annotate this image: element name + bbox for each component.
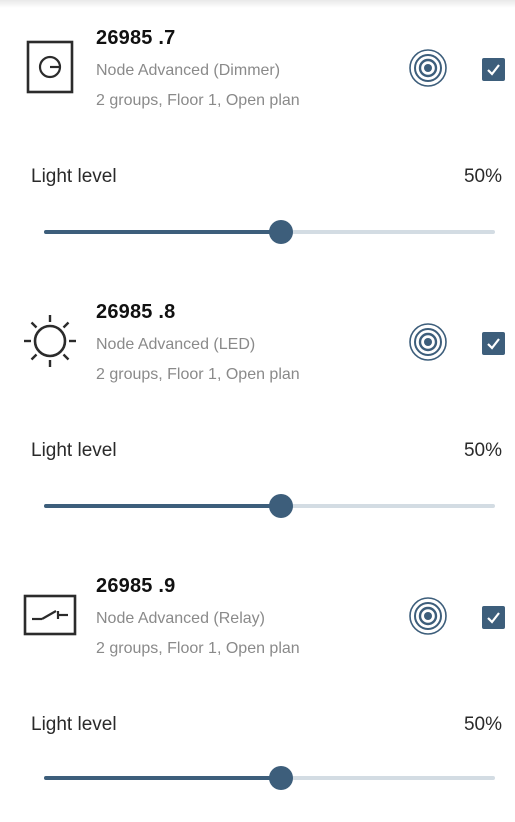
relay-icon [20, 585, 80, 645]
light-level-value: 50% [463, 440, 502, 461]
checkmark-icon [487, 64, 500, 76]
light-level-slider[interactable] [44, 766, 495, 790]
slider-fill [44, 230, 281, 234]
node-id: 26985 .8 [96, 301, 176, 323]
slider-thumb[interactable] [268, 766, 293, 790]
light-level-slider[interactable] [44, 494, 495, 518]
select-checkbox[interactable] [482, 58, 505, 81]
slider-fill [44, 504, 281, 508]
select-checkbox[interactable] [482, 606, 505, 629]
light-level-value: 50% [463, 166, 502, 187]
node-type: Node Advanced (LED) [96, 336, 256, 353]
node-card: 26985 .7 Node Advanced (Dimmer) 2 groups… [0, 0, 515, 274]
slider-fill [44, 776, 281, 780]
identify-button[interactable] [407, 321, 449, 363]
node-id: 26985 .7 [96, 27, 176, 49]
light-level-label: Light level [31, 166, 117, 187]
node-id: 26985 .9 [96, 575, 176, 597]
select-checkbox[interactable] [482, 332, 505, 355]
target-icon [409, 597, 447, 635]
led-icon [20, 311, 80, 371]
node-groups: 2 groups, Floor 1, Open plan [96, 92, 300, 109]
slider-thumb[interactable] [268, 220, 293, 244]
light-level-label: Light level [31, 714, 117, 735]
checkmark-icon [487, 338, 500, 350]
target-icon [409, 323, 447, 361]
identify-button[interactable] [407, 595, 449, 637]
node-groups: 2 groups, Floor 1, Open plan [96, 366, 300, 383]
node-groups: 2 groups, Floor 1, Open plan [96, 640, 300, 657]
node-type: Node Advanced (Dimmer) [96, 62, 281, 79]
dimmer-icon [20, 37, 80, 97]
light-level-label: Light level [31, 440, 117, 461]
identify-button[interactable] [407, 47, 449, 89]
light-level-value: 50% [463, 714, 502, 735]
node-type: Node Advanced (Relay) [96, 610, 265, 627]
checkmark-icon [487, 612, 500, 624]
node-card: 26985 .8 Node Advanced (LED) 2 groups, F… [0, 274, 515, 548]
node-card: 26985 .9 Node Advanced (Relay) 2 groups,… [0, 548, 515, 822]
light-level-slider[interactable] [44, 220, 495, 244]
target-icon [409, 49, 447, 87]
slider-thumb[interactable] [268, 494, 293, 518]
